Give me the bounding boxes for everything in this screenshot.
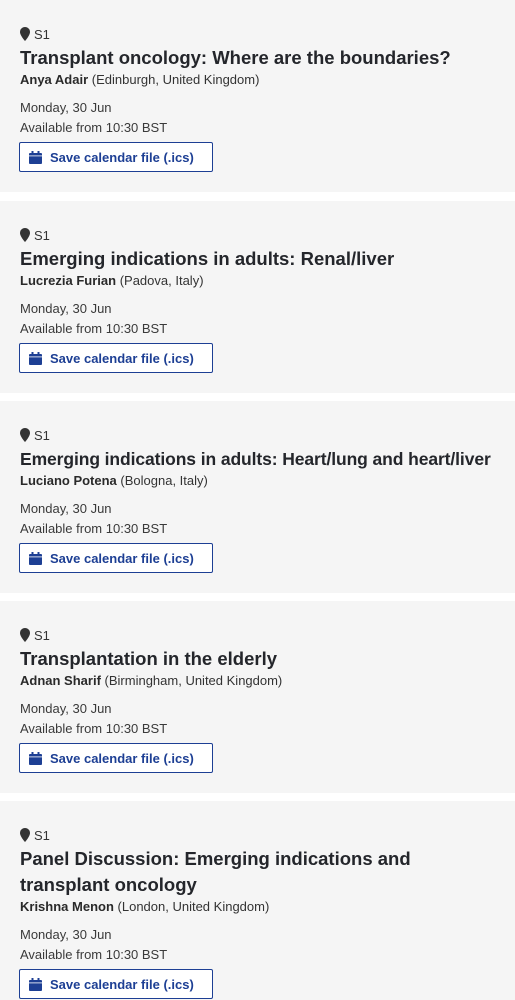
session-card: S1 Transplantation in the elderly Adnan …	[0, 601, 515, 793]
calendar-icon	[29, 751, 42, 765]
session-title: Emerging indications in adults: Heart/lu…	[20, 449, 491, 469]
save-calendar-label: Save calendar file (.ics)	[50, 976, 194, 992]
save-calendar-button[interactable]: Save calendar file (.ics)	[19, 343, 213, 373]
session-date: Monday, 30 Jun	[20, 100, 112, 115]
session-card: S1 Panel Discussion: Emerging indication…	[0, 801, 515, 1000]
speaker-name: Krishna Menon	[20, 899, 114, 914]
room-label: S1	[20, 26, 50, 42]
session-date: Monday, 30 Jun	[20, 927, 112, 942]
speaker: Anya Adair (Edinburgh, United Kingdom)	[20, 72, 259, 87]
session-date: Monday, 30 Jun	[20, 701, 112, 716]
speaker-name: Adnan Sharif	[20, 673, 101, 688]
map-pin-icon	[20, 228, 30, 242]
room-name: S1	[34, 627, 50, 643]
session-date: Monday, 30 Jun	[20, 301, 112, 316]
session-card: S1 Emerging indications in adults: Heart…	[0, 401, 515, 593]
session-date: Monday, 30 Jun	[20, 501, 112, 516]
save-calendar-button[interactable]: Save calendar file (.ics)	[19, 543, 213, 573]
save-calendar-label: Save calendar file (.ics)	[50, 750, 194, 766]
session-availability: Available from 10:30 BST	[20, 521, 168, 536]
calendar-icon	[29, 351, 42, 365]
save-calendar-button[interactable]: Save calendar file (.ics)	[19, 142, 213, 172]
speaker-location: (Bologna, Italy)	[120, 473, 208, 488]
calendar-icon	[29, 551, 42, 565]
room-label: S1	[20, 827, 50, 843]
calendar-icon	[29, 977, 42, 991]
map-pin-icon	[20, 428, 30, 442]
speaker-location: (Edinburgh, United Kingdom)	[91, 72, 260, 87]
map-pin-icon	[20, 628, 30, 642]
speaker-location: (Birmingham, United Kingdom)	[104, 673, 283, 688]
speaker-location: (Padova, Italy)	[119, 273, 204, 288]
session-title: Emerging indications in adults: Renal/li…	[20, 248, 395, 269]
speaker: Adnan Sharif (Birmingham, United Kingdom…	[20, 673, 282, 688]
room-name: S1	[34, 227, 50, 243]
session-title: Transplantation in the elderly	[20, 648, 277, 669]
save-calendar-button[interactable]: Save calendar file (.ics)	[19, 743, 213, 773]
room-name: S1	[34, 827, 50, 843]
speaker-name: Luciano Potena	[20, 473, 117, 488]
map-pin-icon	[20, 828, 30, 842]
room-label: S1	[20, 427, 50, 443]
session-availability: Available from 10:30 BST	[20, 721, 168, 736]
room-label: S1	[20, 627, 50, 643]
speaker-location: (London, United Kingdom)	[117, 899, 270, 914]
session-list: S1 Transplant oncology: Where are the bo…	[0, 0, 515, 1000]
session-title: Panel Discussion: Emerging indications a…	[20, 848, 411, 895]
room-name: S1	[34, 26, 50, 42]
save-calendar-label: Save calendar file (.ics)	[50, 550, 194, 566]
speaker-name: Lucrezia Furian	[20, 273, 117, 288]
speaker: Krishna Menon (London, United Kingdom)	[20, 899, 269, 914]
room-name: S1	[34, 427, 50, 443]
session-card: S1 Emerging indications in adults: Renal…	[0, 201, 515, 393]
speaker-name: Anya Adair	[20, 72, 89, 87]
speaker: Luciano Potena (Bologna, Italy)	[20, 473, 208, 488]
map-pin-icon	[20, 27, 30, 41]
session-title: Transplant oncology: Where are the bound…	[20, 47, 451, 68]
save-calendar-label: Save calendar file (.ics)	[50, 149, 194, 165]
session-availability: Available from 10:30 BST	[20, 947, 168, 962]
session-card: S1 Transplant oncology: Where are the bo…	[0, 0, 515, 192]
session-availability: Available from 10:30 BST	[20, 321, 168, 336]
save-calendar-button[interactable]: Save calendar file (.ics)	[19, 969, 213, 999]
speaker: Lucrezia Furian (Padova, Italy)	[20, 273, 204, 288]
calendar-icon	[29, 150, 42, 164]
session-availability: Available from 10:30 BST	[20, 120, 168, 135]
save-calendar-label: Save calendar file (.ics)	[50, 350, 194, 366]
room-label: S1	[20, 227, 50, 243]
